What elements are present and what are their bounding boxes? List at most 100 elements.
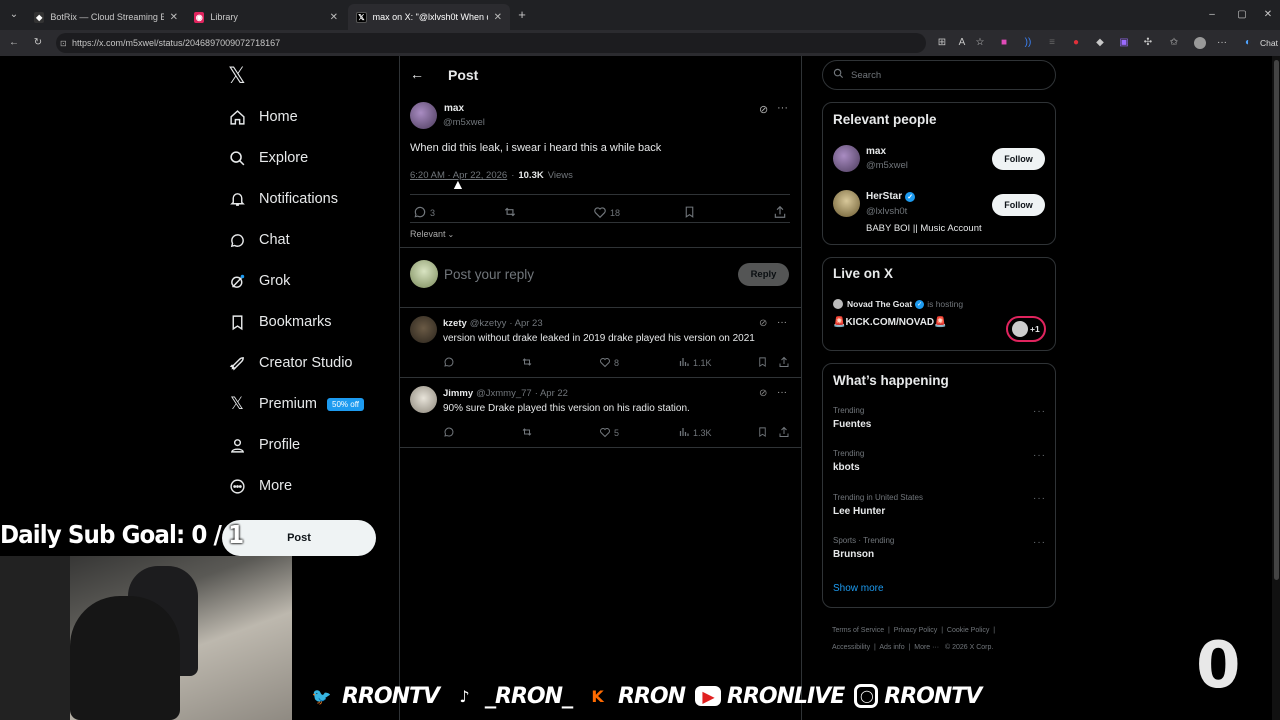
reply-date[interactable]: · Apr 22 bbox=[535, 388, 568, 399]
extension-icon[interactable]: ≡ bbox=[1046, 37, 1058, 49]
more-options-icon[interactable]: ··· bbox=[1033, 406, 1046, 417]
favorites-icon[interactable]: ✩ bbox=[1168, 37, 1180, 49]
person-name[interactable]: HerStar bbox=[866, 191, 902, 202]
reply-sort-dropdown[interactable]: Relevant ⌄ bbox=[410, 229, 454, 239]
more-options-icon[interactable]: ··· bbox=[1033, 450, 1046, 461]
trend-name[interactable]: Brunson bbox=[833, 549, 874, 560]
back-arrow-icon[interactable]: ← bbox=[410, 66, 424, 82]
trend-name[interactable]: kbots bbox=[833, 462, 860, 473]
reply-submit-button[interactable]: Reply bbox=[738, 263, 789, 286]
author-name[interactable]: max bbox=[444, 103, 464, 114]
author-handle[interactable]: @kzetyy bbox=[470, 318, 507, 329]
bookmark-button[interactable] bbox=[683, 205, 696, 221]
favorite-star-icon[interactable]: ☆ bbox=[974, 37, 986, 49]
scrollbar-thumb[interactable] bbox=[1274, 60, 1279, 580]
nav-profile[interactable]: Profile bbox=[228, 430, 300, 460]
maximize-icon[interactable]: ▢ bbox=[1236, 9, 1248, 21]
repost-button[interactable] bbox=[520, 426, 534, 440]
author-name[interactable]: Jimmy bbox=[443, 388, 473, 399]
window-close-icon[interactable]: ✕ bbox=[1262, 9, 1274, 21]
browser-tab-active[interactable]: 𝕏 max on X: "@lxlvsh0t When did th ✕ bbox=[348, 4, 510, 30]
person-handle[interactable]: @m5xwel bbox=[866, 160, 908, 171]
trend-name[interactable]: Fuentes bbox=[833, 419, 871, 430]
like-button[interactable]: 8 bbox=[599, 356, 619, 370]
more-options-icon[interactable]: ··· bbox=[777, 317, 787, 328]
footer-link[interactable]: Accessibility bbox=[832, 644, 870, 651]
more-menu-icon[interactable]: ··· bbox=[1216, 37, 1228, 49]
extension-icon[interactable]: ● bbox=[1070, 37, 1082, 49]
live-listeners-pill[interactable]: +1 bbox=[1006, 316, 1046, 342]
back-icon[interactable]: ← bbox=[8, 37, 20, 49]
reply-button[interactable] bbox=[443, 356, 455, 370]
views-button[interactable]: 1.3K bbox=[678, 426, 712, 440]
author-handle[interactable]: @m5xwel bbox=[443, 117, 485, 128]
close-icon[interactable]: ✕ bbox=[494, 12, 502, 23]
grok-analyze-icon[interactable]: ⊘ bbox=[759, 103, 768, 116]
avatar[interactable] bbox=[833, 299, 843, 309]
author-handle[interactable]: @Jxmmy_77 bbox=[476, 388, 532, 399]
avatar[interactable] bbox=[410, 102, 437, 129]
avatar[interactable] bbox=[833, 190, 860, 217]
stream-title[interactable]: 🚨KICK.COM/NOVAD🚨 bbox=[833, 317, 947, 328]
follow-button[interactable]: Follow bbox=[992, 194, 1045, 216]
close-icon[interactable]: ✕ bbox=[170, 12, 178, 23]
minimize-icon[interactable]: – bbox=[1206, 9, 1218, 21]
profile-avatar-icon[interactable] bbox=[1194, 37, 1206, 49]
footer-link[interactable]: Ads info bbox=[879, 644, 904, 651]
read-aloud-icon[interactable]: A bbox=[956, 37, 968, 49]
refresh-icon[interactable]: ↻ bbox=[32, 37, 44, 49]
url-field[interactable]: ⊡ https://x.com/m5xwel/status/2046897009… bbox=[56, 33, 926, 53]
grok-analyze-icon[interactable]: ⊘ bbox=[759, 388, 767, 399]
nav-home[interactable]: Home bbox=[228, 102, 298, 132]
nav-creator-studio[interactable]: Creator Studio bbox=[228, 348, 353, 378]
views-button[interactable]: 1.1K bbox=[678, 356, 712, 370]
footer-link[interactable]: More ··· bbox=[914, 644, 939, 651]
host-name[interactable]: Novad The Goat bbox=[847, 299, 912, 309]
share-button[interactable] bbox=[778, 426, 790, 440]
like-button[interactable]: 18 bbox=[593, 205, 620, 221]
extension-icon[interactable]: ◆ bbox=[1094, 37, 1106, 49]
reply-button[interactable]: 3 bbox=[413, 205, 435, 221]
new-tab-icon[interactable]: + bbox=[516, 8, 528, 21]
avatar[interactable] bbox=[410, 260, 438, 288]
more-options-icon[interactable]: ··· bbox=[777, 102, 788, 114]
avatar[interactable] bbox=[833, 145, 860, 172]
follow-button[interactable]: Follow bbox=[992, 148, 1045, 170]
extensions-puzzle-icon[interactable]: ✣ bbox=[1142, 37, 1154, 49]
reply-date[interactable]: · Apr 23 bbox=[509, 318, 542, 329]
bookmark-button[interactable] bbox=[757, 426, 768, 440]
share-button[interactable] bbox=[773, 205, 787, 221]
nav-explore[interactable]: Explore bbox=[228, 143, 308, 173]
nav-grok[interactable]: Grok bbox=[228, 266, 290, 296]
close-icon[interactable]: ✕ bbox=[330, 12, 338, 23]
avatar[interactable] bbox=[410, 316, 437, 343]
copilot-icon[interactable]: ◐ bbox=[1242, 37, 1254, 49]
extension-icon[interactable]: )) bbox=[1022, 37, 1034, 49]
copilot-chat-label[interactable]: Chat bbox=[1260, 38, 1278, 48]
trend-name[interactable]: Lee Hunter bbox=[833, 506, 885, 517]
nav-premium[interactable]: 𝕏 Premium 50% off bbox=[228, 389, 364, 419]
grok-analyze-icon[interactable]: ⊘ bbox=[759, 318, 767, 329]
bookmark-button[interactable] bbox=[757, 356, 768, 370]
like-button[interactable]: 5 bbox=[599, 426, 619, 440]
person-handle[interactable]: @lxlvsh0t bbox=[866, 206, 907, 217]
show-more-link[interactable]: Show more bbox=[833, 583, 884, 594]
more-options-icon[interactable]: ··· bbox=[1033, 493, 1046, 504]
footer-link[interactable]: Cookie Policy bbox=[947, 627, 989, 634]
footer-link[interactable]: Privacy Policy bbox=[894, 627, 938, 634]
x-logo-icon[interactable]: 𝕏 bbox=[228, 64, 246, 89]
site-info-icon[interactable]: ⊡ bbox=[60, 39, 67, 48]
reply-button[interactable] bbox=[443, 426, 455, 440]
repost-button[interactable] bbox=[520, 356, 534, 370]
tab-list-icon[interactable]: ⌄ bbox=[8, 9, 20, 21]
browser-tab[interactable]: ◉ Library ✕ bbox=[186, 4, 346, 30]
reply-input[interactable]: Post your reply bbox=[444, 267, 534, 282]
more-options-icon[interactable]: ··· bbox=[1033, 537, 1046, 548]
repost-button[interactable] bbox=[502, 205, 518, 221]
person-name[interactable]: max bbox=[866, 146, 886, 157]
more-options-icon[interactable]: ··· bbox=[777, 387, 787, 398]
nav-bookmarks[interactable]: Bookmarks bbox=[228, 307, 332, 337]
search-input[interactable]: Search bbox=[822, 60, 1056, 90]
nav-notifications[interactable]: Notifications bbox=[228, 184, 338, 214]
nav-more[interactable]: More bbox=[228, 471, 292, 501]
